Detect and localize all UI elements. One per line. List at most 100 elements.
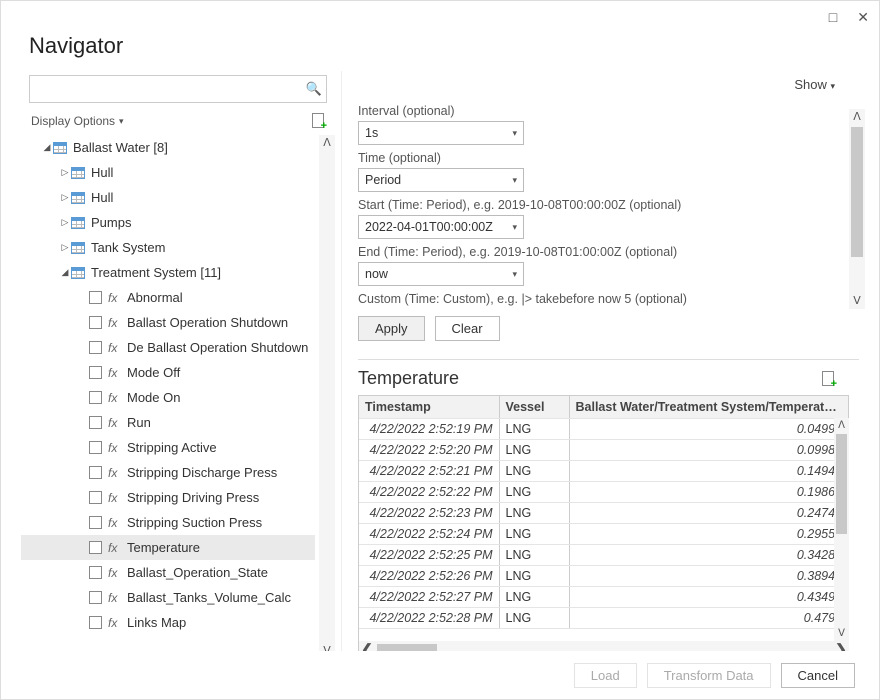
- show-dropdown[interactable]: Show ▾: [794, 77, 835, 92]
- time-label: Time (optional): [358, 151, 833, 165]
- column-header[interactable]: Vessel: [499, 396, 569, 418]
- transform-data-button[interactable]: Transform Data: [647, 663, 771, 688]
- checkbox[interactable]: [89, 466, 102, 479]
- tree-node-label: Ballast_Tanks_Volume_Calc: [127, 590, 291, 605]
- table-row[interactable]: 4/22/2022 2:52:25 PMLNG0.34289: [359, 544, 849, 565]
- display-options[interactable]: Display Options ▾: [31, 114, 124, 128]
- chevron-down-icon: ▾: [512, 128, 517, 139]
- tree-node-label: De Ballast Operation Shutdown: [127, 340, 308, 355]
- checkbox[interactable]: [89, 616, 102, 629]
- checkbox[interactable]: [89, 566, 102, 579]
- tree-node-label: Mode On: [127, 390, 180, 405]
- tree-node[interactable]: fxLinks Map: [21, 610, 315, 635]
- checkbox[interactable]: [89, 541, 102, 554]
- start-select[interactable]: 2022-04-01T00:00:00Z ▾: [358, 215, 524, 239]
- table-icon: [71, 267, 85, 279]
- clear-button[interactable]: Clear: [435, 316, 500, 341]
- tree-node[interactable]: fxMode Off: [21, 360, 315, 385]
- maximize-icon[interactable]: □: [829, 9, 837, 25]
- table-row[interactable]: 4/22/2022 2:52:22 PMLNG0.19866: [359, 481, 849, 502]
- expander-icon[interactable]: ▷: [59, 167, 71, 178]
- tree-node[interactable]: fxMode On: [21, 385, 315, 410]
- expander-icon[interactable]: ◢: [41, 142, 53, 153]
- new-source-icon[interactable]: [311, 113, 325, 129]
- table-row[interactable]: 4/22/2022 2:52:20 PMLNG0.09983: [359, 439, 849, 460]
- tree-node[interactable]: fxDe Ballast Operation Shutdown: [21, 335, 315, 360]
- checkbox[interactable]: [89, 416, 102, 429]
- tree-node[interactable]: fxTemperature: [21, 535, 315, 560]
- checkbox[interactable]: [89, 316, 102, 329]
- tree-node[interactable]: ▷Tank System: [21, 235, 315, 260]
- cell-vessel: LNG: [499, 481, 569, 502]
- tree-node[interactable]: ▷ Hull: [21, 185, 315, 210]
- expander-icon[interactable]: ▷: [59, 242, 71, 253]
- search-box[interactable]: 🔍: [29, 75, 327, 103]
- fx-icon: fx: [108, 416, 123, 430]
- tree-node[interactable]: fxStripping Suction Press: [21, 510, 315, 535]
- tree-node[interactable]: fx Ballast_Tanks_Volume_Calc: [21, 585, 315, 610]
- tree-node[interactable]: fxStripping Discharge Press: [21, 460, 315, 485]
- tree-node[interactable]: fxBallast Operation Shutdown: [21, 310, 315, 335]
- tree-node-label: Mode Off: [127, 365, 180, 380]
- expander-icon[interactable]: ▷: [59, 192, 71, 203]
- scroll-up-icon[interactable]: ᐱ: [834, 418, 849, 433]
- column-header[interactable]: Ballast Water/Treatment System/Temperatu…: [569, 396, 849, 418]
- column-header[interactable]: Timestamp: [359, 396, 499, 418]
- chevron-down-icon: ▾: [119, 116, 124, 127]
- tree-node[interactable]: fxAbnormal: [21, 285, 315, 310]
- expander-icon[interactable]: ▷: [59, 217, 71, 228]
- scroll-down-icon[interactable]: ᐯ: [834, 626, 849, 641]
- left-pane: 🔍 Display Options ▾ ◢Ballast Water [8] ▷ H…: [21, 71, 341, 659]
- scroll-thumb[interactable]: [836, 434, 847, 534]
- tree-node-label: Temperature: [127, 540, 200, 555]
- tree-node[interactable]: fxRun: [21, 410, 315, 435]
- checkbox[interactable]: [89, 291, 102, 304]
- tree-node[interactable]: ◢Treatment System [11]: [21, 260, 315, 285]
- table-row[interactable]: 4/22/2022 2:52:26 PMLNG0.38941: [359, 565, 849, 586]
- load-button[interactable]: Load: [574, 663, 637, 688]
- scroll-up-icon[interactable]: ᐱ: [849, 109, 865, 125]
- table-row[interactable]: 4/22/2022 2:52:23 PMLNG0.24740: [359, 502, 849, 523]
- table-row[interactable]: 4/22/2022 2:52:24 PMLNG0.29552: [359, 523, 849, 544]
- checkbox[interactable]: [89, 441, 102, 454]
- navigation-tree[interactable]: ◢Ballast Water [8]▷Hull▷Hull▷Pumps▷Tank …: [21, 135, 335, 659]
- checkbox[interactable]: [89, 341, 102, 354]
- table-row[interactable]: 4/22/2022 2:52:21 PMLNG0.14943: [359, 460, 849, 481]
- tree-node[interactable]: ▷Pumps: [21, 210, 315, 235]
- tree-node[interactable]: fxStripping Driving Press: [21, 485, 315, 510]
- tree-scrollbar[interactable]: ᐱᐯ: [319, 135, 335, 659]
- checkbox[interactable]: [89, 391, 102, 404]
- search-icon[interactable]: 🔍: [302, 81, 326, 97]
- cancel-button[interactable]: Cancel: [781, 663, 855, 688]
- fx-icon: fx: [108, 591, 123, 605]
- fx-icon: fx: [108, 316, 123, 330]
- checkbox[interactable]: [89, 591, 102, 604]
- table-row[interactable]: 4/22/2022 2:52:19 PMLNG0.04997: [359, 418, 849, 439]
- tree-node-label: Hull: [91, 190, 113, 205]
- fx-icon: fx: [108, 566, 123, 580]
- table-row[interactable]: 4/22/2022 2:52:28 PMLNG0.4794: [359, 607, 849, 628]
- table-row[interactable]: 4/22/2022 2:52:27 PMLNG0.43496: [359, 586, 849, 607]
- scroll-down-icon[interactable]: ᐯ: [849, 293, 865, 309]
- time-select[interactable]: Period ▾: [358, 168, 524, 192]
- add-preview-icon[interactable]: [821, 371, 835, 387]
- tree-node[interactable]: ◢Ballast Water [8]: [21, 135, 315, 160]
- checkbox[interactable]: [89, 491, 102, 504]
- chevron-down-icon: ▾: [830, 81, 835, 91]
- checkbox[interactable]: [89, 516, 102, 529]
- table-vscroll[interactable]: ᐱ ᐯ: [834, 418, 849, 641]
- interval-select[interactable]: 1s ▾: [358, 121, 524, 145]
- form-scrollbar[interactable]: ᐱ ᐯ: [849, 109, 865, 309]
- expander-icon[interactable]: ◢: [59, 267, 71, 278]
- end-select[interactable]: now ▾: [358, 262, 524, 286]
- apply-button[interactable]: Apply: [358, 316, 425, 341]
- scroll-up-icon[interactable]: ᐱ: [319, 135, 335, 151]
- tree-node[interactable]: ▷Hull: [21, 160, 315, 185]
- search-input[interactable]: [30, 76, 302, 102]
- scroll-thumb[interactable]: [851, 127, 863, 257]
- close-icon[interactable]: ✕: [857, 9, 869, 26]
- preview-table-wrap: TimestampVesselBallast Water/Treatment S…: [358, 395, 849, 659]
- tree-node[interactable]: fxStripping Active: [21, 435, 315, 460]
- checkbox[interactable]: [89, 366, 102, 379]
- tree-node[interactable]: fxBallast_Operation_State: [21, 560, 315, 585]
